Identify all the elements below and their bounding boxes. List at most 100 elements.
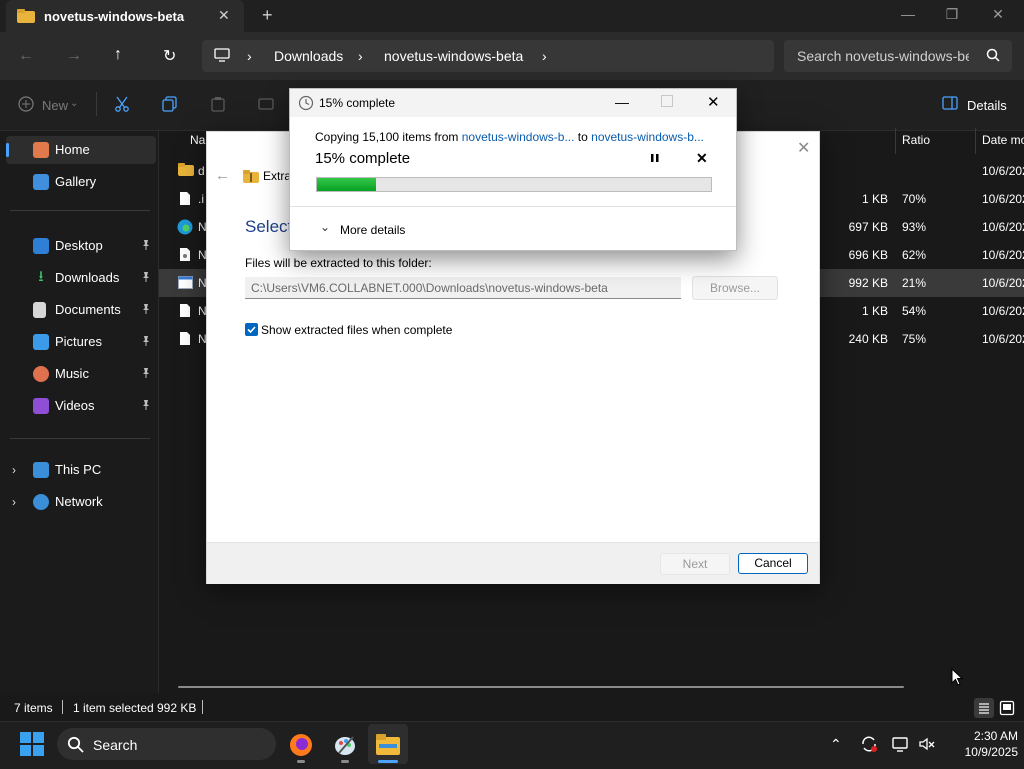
search-icon[interactable] (986, 48, 1000, 62)
chevron-up-icon[interactable]: ⌃ (830, 736, 842, 753)
file-size: 992 KB (848, 276, 888, 290)
sidebar-item-this-pc[interactable]: › This PC (6, 456, 156, 484)
pin-icon[interactable] (140, 271, 152, 283)
sidebar-item-label: Documents (55, 302, 121, 317)
close-icon[interactable]: ✕ (797, 138, 810, 158)
breadcrumb-chevron-icon[interactable]: › (542, 48, 547, 64)
chevron-down-icon[interactable]: ⌄ (70, 98, 78, 109)
sidebar-item-gallery[interactable]: Gallery (6, 168, 156, 196)
forward-arrow-icon[interactable]: → (66, 47, 82, 65)
sidebar-item-videos[interactable]: Videos (6, 392, 156, 420)
chevron-right-icon[interactable]: › (12, 495, 16, 509)
sidebar-item-label: This PC (55, 462, 102, 477)
sidebar-item-label: Music (55, 366, 89, 381)
new-tab-icon[interactable]: + (262, 5, 273, 26)
next-button[interactable]: Next (660, 553, 730, 575)
restore-icon[interactable]: ❐ (942, 6, 962, 26)
chevron-down-icon[interactable]: ⌄ (320, 220, 330, 234)
file-ratio: 75% (902, 332, 927, 346)
file-date: 10/6/202 (982, 192, 1024, 206)
sidebar-item-label: Desktop (55, 238, 103, 253)
sidebar-item-pictures[interactable]: Pictures (6, 328, 156, 356)
taskbar-search-box[interactable] (57, 728, 276, 760)
tab-close-icon[interactable]: ✕ (218, 7, 230, 24)
status-selection: 1 item selected (73, 701, 154, 715)
new-button[interactable]: New (42, 98, 68, 113)
status-selection-size: 992 KB (157, 701, 197, 715)
sidebar-item-label: Network (55, 494, 103, 509)
progress-window-title: 15% complete (319, 96, 396, 110)
details-pane-icon[interactable] (942, 96, 958, 110)
file-size: 1 KB (861, 304, 888, 318)
videos-icon (33, 398, 49, 414)
computer-icon (33, 462, 49, 478)
more-details-button[interactable]: More details (340, 223, 405, 237)
minimize-icon[interactable]: — (898, 6, 918, 26)
start-windows-icon[interactable] (20, 732, 44, 756)
breadcrumb-downloads[interactable]: Downloads (274, 48, 343, 64)
pin-icon[interactable] (140, 399, 152, 411)
up-arrow-icon[interactable]: ↑ (114, 46, 122, 64)
sidebar-item-downloads[interactable]: ⭳ Downloads (6, 264, 156, 292)
pause-icon[interactable] (650, 153, 660, 163)
column-divider[interactable] (975, 128, 976, 154)
sidebar-item-desktop[interactable]: Desktop (6, 232, 156, 260)
file-icon (179, 303, 191, 318)
sidebar-item-home[interactable]: Home (6, 136, 156, 164)
cancel-copy-icon[interactable]: ✕ (696, 150, 708, 167)
close-icon[interactable]: ✕ (707, 93, 720, 111)
volume-muted-icon[interactable] (918, 735, 936, 753)
close-window-icon[interactable]: ✕ (988, 6, 1008, 26)
sidebar-item-music[interactable]: Music (6, 360, 156, 388)
back-arrow-icon[interactable]: ← (215, 167, 230, 184)
pin-icon[interactable] (140, 239, 152, 251)
tab-title: novetus-windows-beta (44, 9, 185, 24)
show-files-label[interactable]: Show extracted files when complete (261, 323, 452, 337)
destination-link[interactable]: novetus-windows-b... (591, 130, 704, 144)
sync-icon[interactable] (860, 735, 878, 753)
source-link[interactable]: novetus-windows-b... (462, 130, 575, 144)
file-icon (179, 331, 191, 346)
column-divider[interactable] (895, 128, 896, 154)
browse-button[interactable]: Browse... (692, 276, 778, 300)
paint-app-icon[interactable] (333, 733, 357, 757)
copy-icon[interactable] (162, 96, 178, 112)
pin-icon[interactable] (140, 303, 152, 315)
horizontal-scrollbar[interactable] (178, 686, 904, 688)
show-files-checkbox[interactable] (245, 323, 258, 336)
column-header-name[interactable]: Na (190, 133, 205, 147)
chevron-right-icon[interactable]: › (12, 463, 16, 477)
breadcrumb-current-folder[interactable]: novetus-windows-beta (384, 48, 523, 64)
details-view-icon[interactable] (974, 698, 994, 718)
cut-icon[interactable] (114, 96, 130, 112)
running-indicator (341, 760, 349, 763)
sidebar-item-documents[interactable]: Documents (6, 296, 156, 324)
paste-icon[interactable] (210, 96, 226, 112)
back-arrow-icon[interactable]: ← (18, 47, 34, 65)
cancel-button[interactable]: Cancel (738, 553, 808, 574)
folder-label: Files will be extracted to this folder: (245, 256, 432, 270)
details-button[interactable]: Details (967, 98, 1007, 113)
rename-icon[interactable] (258, 96, 274, 112)
tiles-view-icon[interactable] (999, 700, 1015, 716)
folder-icon (178, 163, 194, 176)
clock-time[interactable]: 2:30 AM (946, 729, 1018, 743)
sidebar-item-network[interactable]: › Network (6, 488, 156, 516)
column-header-ratio[interactable]: Ratio (902, 133, 930, 147)
new-plus-icon[interactable] (18, 96, 34, 112)
desktop-icon (33, 238, 49, 254)
firefox-icon[interactable] (289, 733, 313, 757)
copy-description: Copying 15,100 items from novetus-window… (315, 130, 704, 144)
file-size: 1 KB (861, 192, 888, 206)
column-header-date[interactable]: Date mo (982, 133, 1024, 147)
clock-date[interactable]: 10/9/2025 (946, 745, 1018, 759)
settings-file-icon (179, 247, 191, 262)
network-status-icon[interactable] (891, 735, 909, 753)
wizard-title: Extra (263, 169, 292, 183)
refresh-icon[interactable]: ↻ (163, 46, 176, 66)
file-ratio: 93% (902, 220, 927, 234)
destination-path-input[interactable]: C:\Users\VM6.COLLABNET.000\Downloads\nov… (245, 277, 681, 299)
minimize-icon[interactable]: — (615, 94, 629, 110)
pin-icon[interactable] (140, 335, 152, 347)
pin-icon[interactable] (140, 367, 152, 379)
